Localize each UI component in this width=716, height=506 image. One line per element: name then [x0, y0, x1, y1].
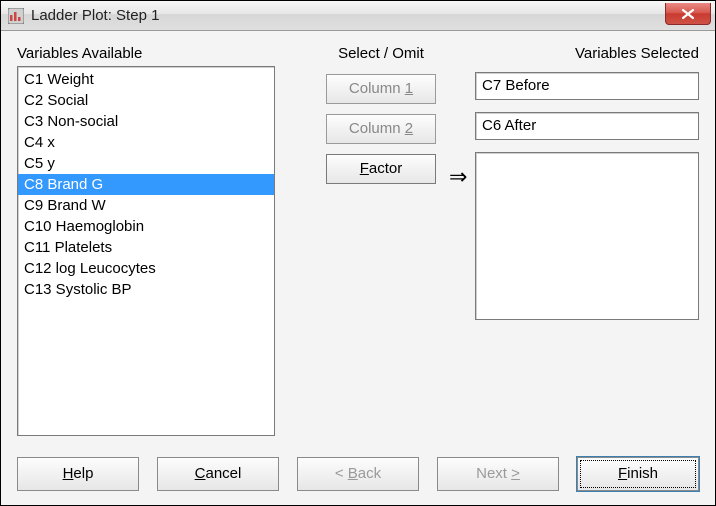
list-item[interactable]: C8 Brand G — [18, 174, 274, 195]
available-listbox[interactable]: C1 WeightC2 SocialC3 Non-socialC4 xC5 yC… — [17, 66, 275, 436]
factor-listbox[interactable] — [475, 152, 699, 320]
factor-button[interactable]: Factor — [326, 154, 436, 184]
close-icon — [681, 8, 695, 20]
selected-label: Variables Selected — [475, 45, 699, 62]
list-item[interactable]: C2 Social — [18, 90, 274, 111]
column1-text: Column — [349, 80, 405, 97]
list-item[interactable]: C10 Haemoglobin — [18, 216, 274, 237]
available-section: Variables Available C1 WeightC2 SocialC3… — [17, 45, 275, 436]
list-item[interactable]: C3 Non-social — [18, 111, 274, 132]
back-text: ack — [358, 465, 381, 482]
list-item[interactable]: C12 log Leucocytes — [18, 258, 274, 279]
factor-text: actor — [369, 160, 402, 177]
help-text: elp — [73, 465, 93, 482]
column2-field[interactable]: C6 After — [475, 112, 699, 140]
titlebar: Ladder Plot: Step 1 — [1, 1, 715, 31]
close-button[interactable] — [665, 3, 711, 25]
next-pre: Next — [476, 465, 511, 482]
list-item[interactable]: C13 Systolic BP — [18, 279, 274, 300]
list-item[interactable]: C4 x — [18, 132, 274, 153]
select-omit-label: Select / Omit — [301, 45, 461, 62]
column2-button[interactable]: Column 2 — [326, 114, 436, 144]
column2-text: Column — [349, 120, 405, 137]
window-title: Ladder Plot: Step 1 — [31, 7, 159, 24]
cancel-underline: C — [195, 465, 206, 482]
list-item[interactable]: C11 Platelets — [18, 237, 274, 258]
factor-underline: F — [360, 160, 369, 177]
back-button: < Back — [297, 457, 419, 491]
cancel-text: ancel — [205, 465, 241, 482]
available-label: Variables Available — [17, 45, 275, 62]
finish-underline: F — [618, 465, 627, 482]
back-underline: B — [348, 465, 358, 482]
list-item[interactable]: C9 Brand W — [18, 195, 274, 216]
column1-button[interactable]: Column 1 — [326, 74, 436, 104]
next-button: Next > — [437, 457, 559, 491]
finish-button[interactable]: Finish — [577, 457, 699, 491]
column2-underline: 2 — [405, 120, 413, 137]
list-item[interactable]: C5 y — [18, 153, 274, 174]
finish-text: inish — [627, 465, 658, 482]
cancel-button[interactable]: Cancel — [157, 457, 279, 491]
help-underline: H — [63, 465, 74, 482]
column1-field[interactable]: C7 Before — [475, 72, 699, 100]
column1-underline: 1 — [405, 80, 413, 97]
app-icon — [7, 7, 25, 25]
select-omit-section: Select / Omit Column 1 Column 2 Factor — [301, 45, 461, 194]
button-row: Help Cancel < Back Next > Finish — [17, 457, 699, 491]
selected-section: Variables Selected C7 Before C6 After — [475, 45, 699, 320]
next-underline: > — [511, 465, 520, 482]
list-item[interactable]: C1 Weight — [18, 69, 274, 90]
dialog-window: Ladder Plot: Step 1 Variables Available … — [0, 0, 716, 506]
dialog-client: Variables Available C1 WeightC2 SocialC3… — [1, 31, 715, 505]
back-pre: < — [335, 465, 348, 482]
arrow-right-icon: ⇒ — [449, 164, 467, 190]
help-button[interactable]: Help — [17, 457, 139, 491]
